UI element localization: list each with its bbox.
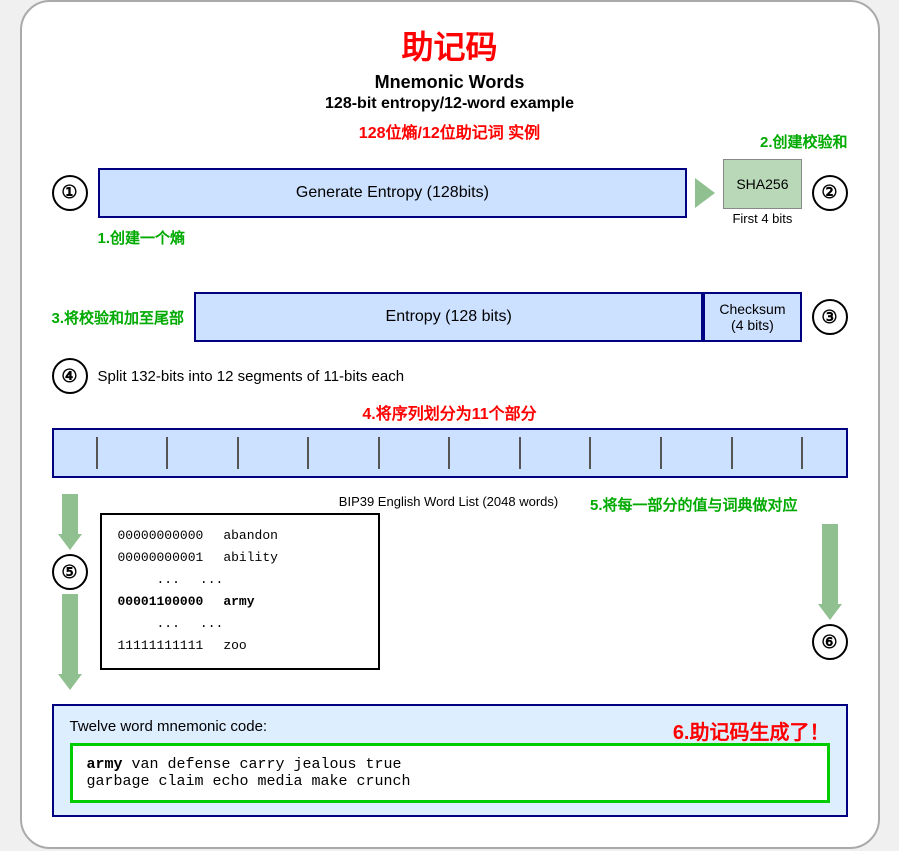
segments-box bbox=[52, 428, 848, 478]
divider bbox=[519, 437, 521, 469]
word-dots-2: ... bbox=[200, 613, 223, 635]
row-split: ④ Split 132-bits into 12 segments of 11-… bbox=[52, 358, 848, 478]
binary-dots-2: ... bbox=[118, 613, 180, 635]
divider bbox=[660, 437, 662, 469]
checksum-box: Checksum(4 bits) bbox=[703, 292, 801, 342]
arrow-head-bottom bbox=[58, 674, 82, 690]
circle-2: ② bbox=[812, 175, 848, 211]
divider bbox=[589, 437, 591, 469]
subtitle-en: 128-bit entropy/12-word example bbox=[52, 95, 848, 113]
word-dots-1: ... bbox=[200, 569, 223, 591]
subtitle-zh: 128位熵/12位助记词 实例 bbox=[52, 119, 848, 143]
label-4: 4.将序列划分为11个部分 bbox=[52, 400, 848, 424]
word-4: army bbox=[223, 591, 254, 613]
arrow-stem-bottom bbox=[62, 594, 78, 674]
divider bbox=[448, 437, 450, 469]
binary-4: 00001100000 bbox=[118, 591, 204, 613]
sha-box: SHA256 bbox=[723, 159, 801, 209]
bip-row-6: 11111111111 zoo bbox=[118, 635, 362, 657]
divider bbox=[166, 437, 168, 469]
arrow-head-right bbox=[818, 604, 842, 620]
binary-6: 11111111111 bbox=[118, 635, 204, 657]
row-mnemonic: 6.助记码生成了！ Twelve word mnemonic code: arm… bbox=[52, 704, 848, 817]
split-text: Split 132-bits into 12 segments of 11-bi… bbox=[98, 368, 405, 385]
bip-row-1: 00000000000 abandon bbox=[118, 525, 362, 547]
mnemonic-rest: van defense carry jealous truegarbage cl… bbox=[87, 756, 411, 790]
circle-3: ③ bbox=[812, 299, 848, 335]
divider bbox=[801, 437, 803, 469]
arrow-stem-top bbox=[62, 494, 78, 534]
arrow-head-top bbox=[58, 534, 82, 550]
bip-container: 5.将每一部分的值与词典做对应 BIP39 English Word List … bbox=[100, 494, 798, 690]
circle-1: ① bbox=[52, 175, 88, 211]
word-6: zoo bbox=[223, 635, 246, 657]
circle-6: ⑥ bbox=[812, 624, 848, 660]
label-5: 5.将每一部分的值与词典做对应 bbox=[590, 494, 798, 515]
label-3: 3.将校验和加至尾部 bbox=[52, 307, 185, 328]
entropy128-box: Entropy (128 bits) bbox=[194, 292, 703, 342]
divider bbox=[96, 437, 98, 469]
binary-2: 00000000001 bbox=[118, 547, 204, 569]
entropy-box: Generate Entropy (128bits) bbox=[98, 168, 688, 218]
split-header: ④ Split 132-bits into 12 segments of 11-… bbox=[52, 358, 848, 394]
circle-5: ⑤ bbox=[52, 554, 88, 590]
bip-row-5: ... ... bbox=[118, 613, 362, 635]
row-bip39: ⑤ 5.将每一部分的值与词典做对应 BIP39 English Word Lis… bbox=[52, 494, 848, 690]
mnemonic-inner: army van defense carry jealous truegarba… bbox=[70, 743, 830, 803]
row-entropy-checksum: 3.将校验和加至尾部 Entropy (128 bits) Checksum(4… bbox=[52, 292, 848, 342]
bip-row-4: 00001100000 army bbox=[118, 591, 362, 613]
label-2: 2.创建校验和 bbox=[760, 131, 848, 152]
binary-1: 00000000000 bbox=[118, 525, 204, 547]
checksum-label: Checksum(4 bits) bbox=[719, 301, 785, 333]
divider bbox=[307, 437, 309, 469]
row-entropy-sha: 2.创建校验和 ① Generate Entropy (128bits) SHA… bbox=[52, 159, 848, 226]
first4bits-label: First 4 bits bbox=[732, 211, 792, 226]
main-container: 助记码 Mnemonic Words 128-bit entropy/12-wo… bbox=[20, 0, 880, 849]
arrow-stem-right bbox=[822, 524, 838, 604]
bip-row-3: ... ... bbox=[118, 569, 362, 591]
label-6: 6.助记码生成了！ bbox=[673, 716, 830, 745]
binary-dots-1: ... bbox=[118, 569, 180, 591]
word-2: ability bbox=[223, 547, 278, 569]
divider bbox=[378, 437, 380, 469]
arrow-right-icon bbox=[695, 178, 715, 208]
bip-table: 00000000000 abandon 00000000001 ability … bbox=[100, 513, 380, 670]
divider bbox=[237, 437, 239, 469]
title-zh: 助记码 bbox=[52, 22, 848, 68]
bip-row-2: 00000000001 ability bbox=[118, 547, 362, 569]
circle-4: ④ bbox=[52, 358, 88, 394]
divider bbox=[731, 437, 733, 469]
word-1: abandon bbox=[223, 525, 278, 547]
label-1: 1.创建一个熵 bbox=[98, 227, 186, 248]
mnemonic-bold: army bbox=[87, 756, 123, 773]
title-en: Mnemonic Words bbox=[52, 72, 848, 93]
